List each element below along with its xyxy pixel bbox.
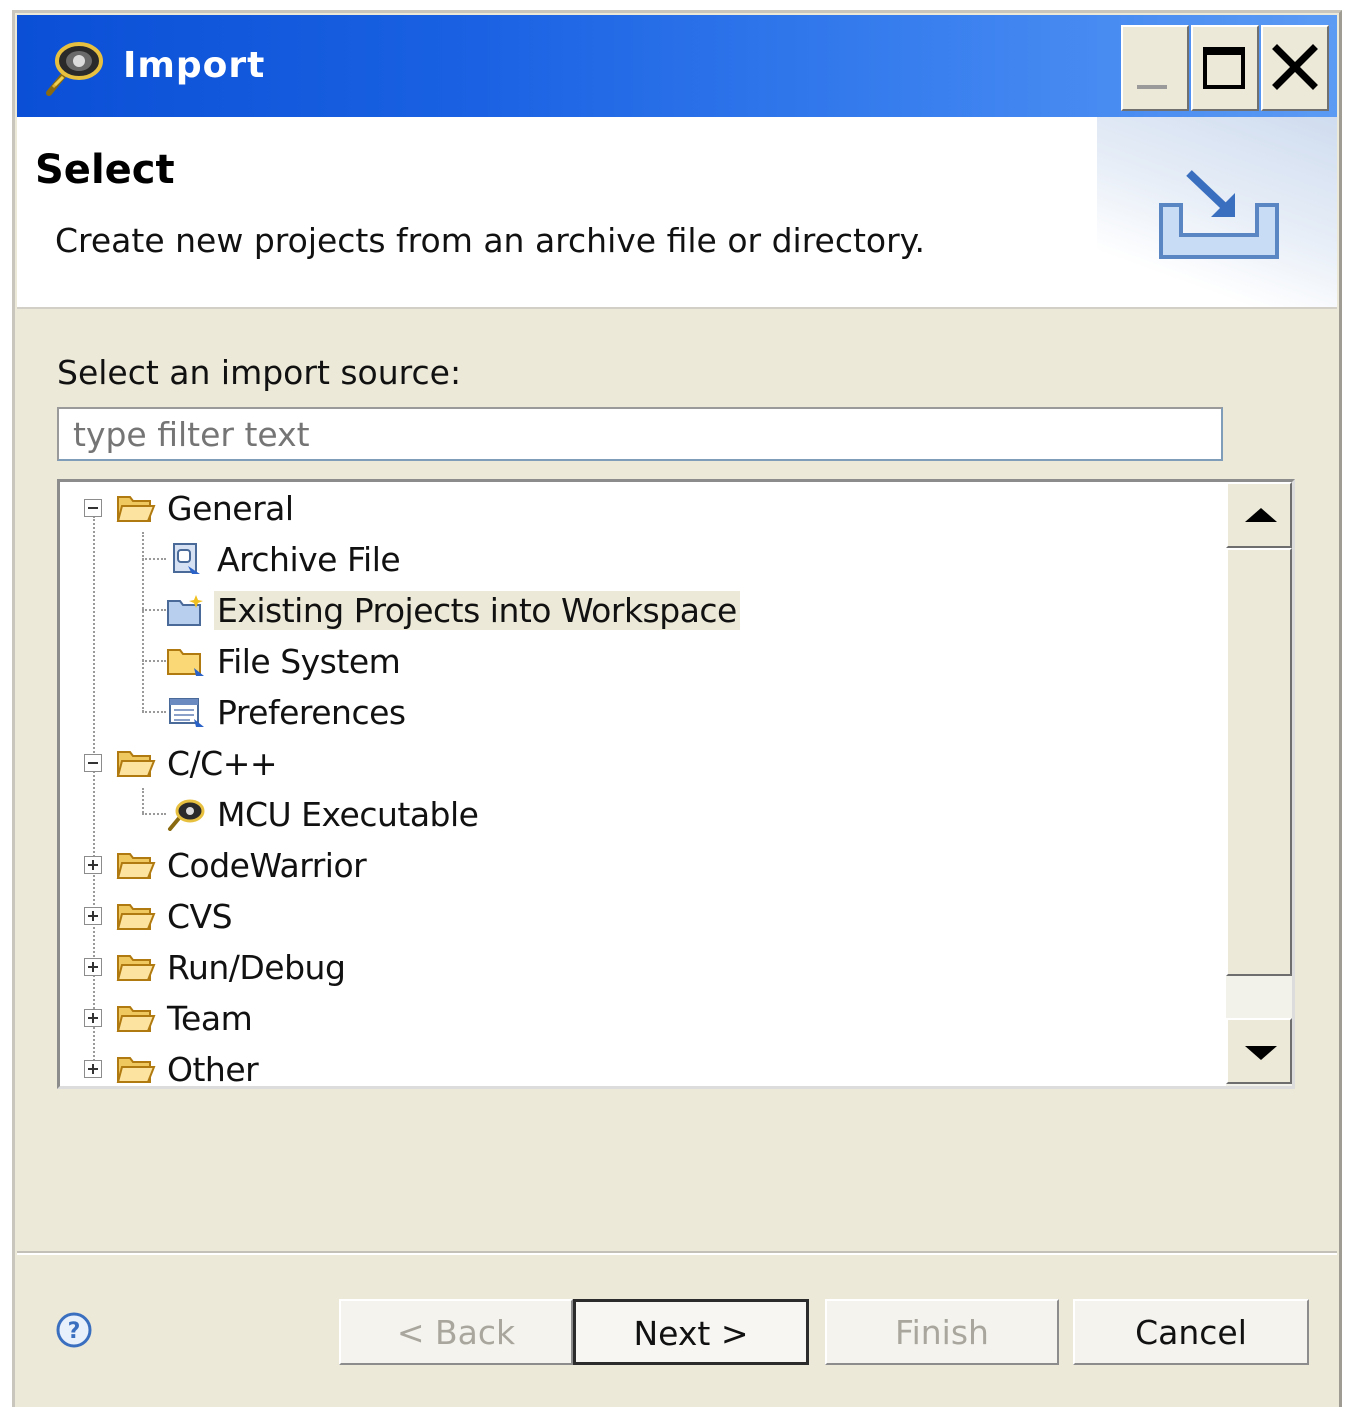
tree-item-label: MCU Executable xyxy=(217,794,479,834)
footer-divider xyxy=(17,1251,1337,1255)
import-dialog: Import Select Create new projects from a… xyxy=(12,10,1342,1407)
next-button[interactable]: Next > xyxy=(573,1299,809,1365)
filter-input[interactable] xyxy=(57,407,1223,461)
maximize-button[interactable] xyxy=(1191,25,1259,111)
tree-item-label: General xyxy=(167,488,294,528)
finish-button[interactable]: Finish xyxy=(825,1299,1059,1365)
expand-toggle[interactable] xyxy=(84,958,102,976)
tree-item-label: CVS xyxy=(167,896,233,936)
tree-item-cvs[interactable]: CVS xyxy=(116,891,235,941)
tree-connector xyxy=(142,558,166,560)
maximize-icon xyxy=(1203,47,1245,89)
import-wizard-icon xyxy=(1159,170,1279,259)
app-icon xyxy=(46,42,103,96)
close-icon xyxy=(1272,44,1318,90)
folder-open-icon xyxy=(116,496,156,522)
scroll-down-button[interactable] xyxy=(1226,1018,1292,1084)
collapse-toggle[interactable] xyxy=(84,754,102,772)
arrow-up-icon xyxy=(1245,508,1277,522)
archive-file-icon xyxy=(173,543,200,574)
folder-open-icon xyxy=(116,853,156,879)
folder-open-icon xyxy=(116,751,156,777)
tree-item-mcu-executable[interactable]: MCU Executable xyxy=(166,789,481,839)
tree-item-label: C/C++ xyxy=(167,743,278,783)
tree-connector xyxy=(142,660,166,662)
vertical-scrollbar[interactable] xyxy=(1226,482,1292,1086)
scroll-up-button[interactable] xyxy=(1226,482,1292,548)
preferences-icon xyxy=(169,698,204,727)
tree-item-existing-projects[interactable]: Existing Projects into Workspace xyxy=(166,585,740,635)
folder-open-icon xyxy=(116,904,156,930)
tree-item-label: File System xyxy=(217,641,401,681)
tree-item-label: Team xyxy=(167,998,253,1038)
collapse-toggle[interactable] xyxy=(84,499,102,517)
tree-item-codewarrior[interactable]: CodeWarrior xyxy=(116,840,369,890)
mcu-executable-icon xyxy=(168,799,205,831)
import-source-tree[interactable]: General Archive File Existing Projects i… xyxy=(57,479,1295,1089)
expand-toggle[interactable] xyxy=(84,856,102,874)
arrow-down-icon xyxy=(1245,1046,1277,1060)
tree-connector xyxy=(142,788,144,813)
tree-item-preferences[interactable]: Preferences xyxy=(166,687,409,737)
file-system-folder-icon xyxy=(167,649,204,676)
tree-item-file-system[interactable]: File System xyxy=(166,636,403,686)
help-icon[interactable]: ? xyxy=(55,1311,93,1349)
tree-item-label: Archive File xyxy=(217,539,401,579)
folder-open-icon xyxy=(116,955,156,981)
tree-connector xyxy=(93,516,95,1076)
tree-item-label: Run/Debug xyxy=(167,947,346,987)
tree-item-label: Other xyxy=(167,1049,259,1089)
tree-connector xyxy=(142,813,166,815)
folder-open-icon xyxy=(116,1006,156,1032)
tree-item-label: Preferences xyxy=(217,692,406,732)
tree-item-label: Existing Projects into Workspace xyxy=(214,590,740,630)
close-button[interactable] xyxy=(1261,25,1329,111)
wizard-header: Select Create new projects from an archi… xyxy=(17,117,1337,309)
scrollbar-thumb[interactable] xyxy=(1226,548,1292,976)
minimize-button[interactable] xyxy=(1121,25,1189,111)
svg-text:?: ? xyxy=(68,1319,81,1344)
tree-item-team[interactable]: Team xyxy=(116,993,255,1043)
tree-connector xyxy=(142,609,166,611)
expand-toggle[interactable] xyxy=(84,1060,102,1078)
title-bar[interactable]: Import xyxy=(17,15,1337,117)
tree-item-general[interactable]: General xyxy=(116,483,297,533)
window-title: Import xyxy=(123,45,266,86)
tree-item-c-cpp[interactable]: C/C++ xyxy=(116,738,280,788)
page-title: Select xyxy=(35,147,175,193)
existing-projects-icon xyxy=(167,595,203,626)
import-source-label: Select an import source: xyxy=(57,353,462,392)
minimize-icon xyxy=(1137,85,1167,89)
cancel-button[interactable]: Cancel xyxy=(1073,1299,1309,1365)
tree-item-label: CodeWarrior xyxy=(167,845,367,885)
expand-toggle[interactable] xyxy=(84,1009,102,1027)
tree-item-archive-file[interactable]: Archive File xyxy=(166,534,403,584)
tree-connector xyxy=(142,711,166,713)
tree-item-run-debug[interactable]: Run/Debug xyxy=(116,942,348,992)
page-description: Create new projects from an archive file… xyxy=(55,221,925,260)
folder-open-icon xyxy=(116,1057,156,1083)
expand-toggle[interactable] xyxy=(84,907,102,925)
back-button[interactable]: < Back xyxy=(339,1299,573,1365)
tree-item-other[interactable]: Other xyxy=(116,1044,261,1089)
